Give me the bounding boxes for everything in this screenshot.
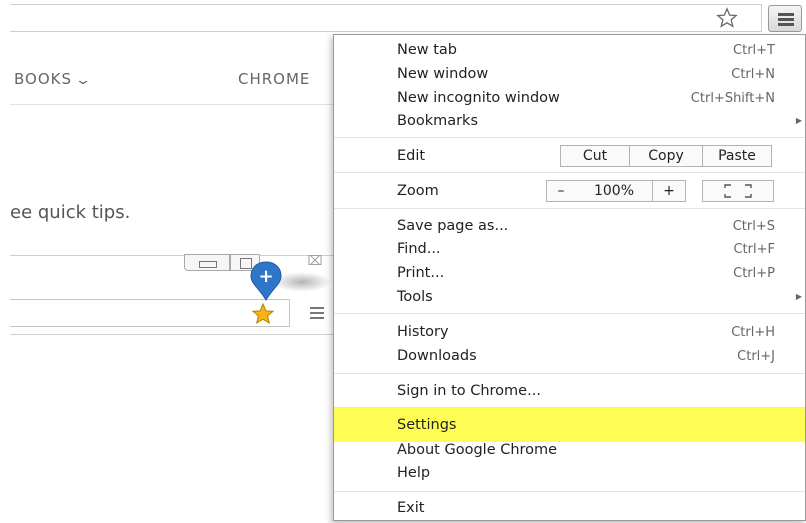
menu-item-label: New tab (397, 42, 458, 58)
tips-text: ee quick tips. (10, 202, 131, 223)
fullscreen-icon (724, 184, 752, 198)
menu-separator (334, 137, 805, 138)
menu-item-settings[interactable]: Settings (334, 408, 805, 442)
menu-item-label: Sign in to Chrome... (397, 383, 541, 399)
chrome-menu-button[interactable] (768, 5, 802, 32)
menu-item-help[interactable]: Help (334, 462, 805, 486)
menu-item-label: Print... (397, 265, 445, 281)
menu-item-tools[interactable]: Tools ▶ (334, 286, 805, 310)
menu-item-exit[interactable]: Exit (334, 497, 805, 521)
nav-chrome[interactable]: CHROME (238, 70, 310, 88)
menu-separator (334, 208, 805, 209)
submenu-arrow-icon: ▶ (795, 292, 802, 301)
menu-item-shortcut: Ctrl+J (737, 349, 775, 364)
submenu-arrow-icon: ▶ (795, 116, 802, 125)
zoom-level: 100% (575, 180, 653, 202)
menu-item-label: Save page as... (397, 218, 509, 234)
menu-item-shortcut: Ctrl+H (731, 325, 775, 340)
menu-item-label: New incognito window (397, 90, 560, 106)
fullscreen-button[interactable] (702, 180, 774, 202)
menu-item-find[interactable]: Find... Ctrl+F (334, 238, 805, 262)
menu-item-save-page[interactable]: Save page as... Ctrl+S (334, 215, 805, 239)
menu-item-shortcut: Ctrl+Shift+N (690, 91, 775, 106)
menu-item-about[interactable]: About Google Chrome (334, 439, 805, 463)
illustration-top-line (10, 255, 335, 256)
menu-item-label: Downloads (397, 348, 477, 364)
star-filled-icon (251, 302, 275, 325)
close-icon: ⌧ (307, 254, 323, 269)
menu-item-label: Edit (397, 148, 426, 164)
plus-icon: + (258, 266, 273, 287)
menu-item-history[interactable]: History Ctrl+H (334, 321, 805, 345)
menu-item-label: Tools (397, 289, 433, 305)
menu-item-new-window[interactable]: New window Ctrl+N (334, 63, 805, 87)
menu-item-label: Help (397, 465, 431, 481)
cut-button[interactable]: Cut (560, 145, 630, 167)
bookmark-pin-icon: + (250, 261, 282, 301)
menu-item-new-tab[interactable]: New tab Ctrl+T (334, 39, 805, 63)
hamburger-icon-bar (778, 18, 794, 21)
menu-separator (334, 373, 805, 374)
menu-item-label: About Google Chrome (397, 442, 558, 458)
paste-button[interactable]: Paste (702, 145, 772, 167)
menu-item-label: History (397, 324, 449, 340)
hamburger-icon (778, 13, 794, 16)
hamburger-bar (310, 307, 324, 309)
menu-item-sign-in[interactable]: Sign in to Chrome... (334, 380, 805, 404)
menu-item-downloads[interactable]: Downloads Ctrl+J (334, 345, 805, 369)
menu-item-shortcut: Ctrl+P (733, 266, 775, 281)
menu-item-bookmarks[interactable]: Bookmarks ▶ (334, 110, 805, 134)
minimize-icon (184, 254, 230, 271)
chevron-down-icon: ⌄ (74, 73, 94, 88)
menu-item-new-incognito[interactable]: New incognito window Ctrl+Shift+N (334, 87, 805, 111)
menu-item-label: Zoom (397, 183, 439, 199)
hamburger-icon-bar (778, 23, 794, 26)
menu-item-label: Find... (397, 241, 441, 257)
menu-item-label: New window (397, 66, 489, 82)
copy-button[interactable]: Copy (629, 145, 703, 167)
illustration-hamburger-icon (306, 304, 328, 322)
menu-separator (334, 313, 805, 314)
menu-item-label: Bookmarks (397, 113, 479, 129)
zoom-out-button[interactable]: – (546, 180, 576, 202)
nav-books[interactable]: BOOKS ⌄ (14, 70, 94, 88)
zoom-in-button[interactable]: + (652, 180, 686, 202)
menu-item-label: Exit (397, 500, 425, 516)
star-outline-icon[interactable] (716, 7, 738, 29)
address-bar[interactable] (10, 4, 762, 32)
chrome-menu: New tab Ctrl+T New window Ctrl+N New inc… (333, 34, 806, 521)
menu-item-label: Settings (397, 417, 457, 433)
menu-item-shortcut: Ctrl+S (732, 219, 775, 234)
menu-separator (334, 172, 805, 173)
menu-item-print[interactable]: Print... Ctrl+P (334, 262, 805, 286)
illustration-divider (10, 334, 335, 335)
hamburger-bar (310, 312, 324, 314)
nav-divider (10, 104, 335, 105)
menu-item-shortcut: Ctrl+F (733, 242, 775, 257)
hamburger-bar (310, 317, 324, 319)
menu-item-shortcut: Ctrl+N (731, 67, 775, 82)
nav-books-label: BOOKS (14, 70, 72, 88)
menu-item-shortcut: Ctrl+T (733, 43, 775, 58)
menu-separator (334, 491, 805, 492)
illustration-address-bar (10, 299, 290, 327)
browser-toolbar (0, 0, 806, 36)
